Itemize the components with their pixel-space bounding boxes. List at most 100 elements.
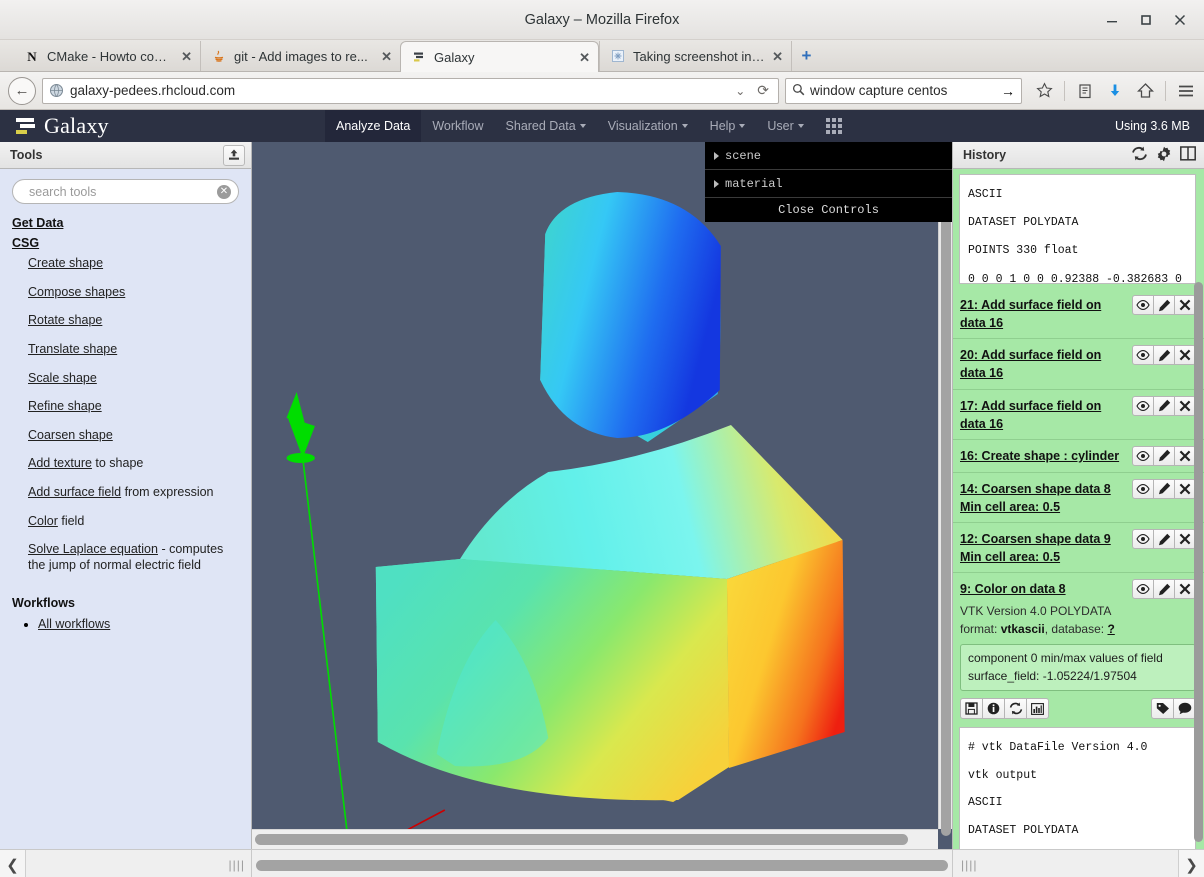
- history-scrollbar-thumb[interactable]: [1194, 282, 1203, 842]
- edit-icon[interactable]: [1153, 529, 1175, 549]
- delete-icon[interactable]: [1174, 345, 1196, 366]
- tab-close-icon[interactable]: ✕: [579, 51, 590, 64]
- collapse-history-button[interactable]: ❯: [1178, 850, 1204, 877]
- tool-link[interactable]: Refine shape: [28, 399, 102, 413]
- edit-icon[interactable]: [1153, 345, 1175, 366]
- nav-shared-data[interactable]: Shared Data: [495, 110, 597, 142]
- history-resize-handle[interactable]: ||||: [961, 858, 977, 872]
- delete-icon[interactable]: [1174, 295, 1196, 315]
- tool-link[interactable]: Add texture: [28, 456, 92, 470]
- menu-icon[interactable]: [1176, 81, 1196, 101]
- tool-item-scale-shape[interactable]: Scale shape: [28, 371, 239, 387]
- scrollbar-thumb[interactable]: [255, 834, 908, 845]
- refresh-icon[interactable]: [1131, 146, 1148, 164]
- tool-link[interactable]: Scale shape: [28, 371, 97, 385]
- reader-icon[interactable]: [1075, 81, 1095, 101]
- history-list[interactable]: ASCII DATASET POLYDATA POINTS 330 float …: [953, 169, 1204, 849]
- vtk-3d-viewport[interactable]: [252, 142, 938, 849]
- delete-icon[interactable]: [1174, 529, 1196, 549]
- browser-tab-cmake[interactable]: N CMake - Howto com... ✕: [14, 41, 200, 71]
- scrollbar-thumb[interactable]: [941, 146, 951, 836]
- display-icon[interactable]: [1132, 529, 1154, 549]
- tool-item-rotate-shape[interactable]: Rotate shape: [28, 313, 239, 329]
- delete-icon[interactable]: [1174, 579, 1196, 600]
- history-dataset-12[interactable]: 12: Coarsen shape data 9 Min cell area: …: [953, 523, 1204, 574]
- edit-icon[interactable]: [1153, 395, 1175, 416]
- search-input[interactable]: [27, 183, 217, 200]
- new-tab-button[interactable]: +: [791, 41, 821, 71]
- close-controls-button[interactable]: Close Controls: [705, 198, 952, 222]
- dataset-title[interactable]: 12: Coarsen shape data 9 Min cell area: …: [960, 529, 1128, 566]
- history-dataset-20[interactable]: 20: Add surface field on data 16: [953, 339, 1204, 390]
- dataset-title[interactable]: 20: Add surface field on data 16: [960, 345, 1128, 382]
- nav-help[interactable]: Help: [699, 110, 757, 142]
- search-bar[interactable]: window capture centos →: [785, 77, 1022, 104]
- tool-item-color-field[interactable]: Color field: [28, 514, 239, 530]
- tool-section-label[interactable]: Get Data: [12, 216, 63, 230]
- history-dataset-16[interactable]: 16: Create shape : cylinder: [953, 440, 1204, 473]
- workflow-link[interactable]: All workflows: [38, 617, 110, 631]
- dataset-title[interactable]: 16: Create shape : cylinder: [960, 446, 1128, 465]
- reload-icon[interactable]: ⟳: [754, 82, 772, 99]
- display-icon[interactable]: [1132, 478, 1154, 499]
- gear-icon[interactable]: [1156, 146, 1172, 165]
- tool-link[interactable]: Color: [28, 514, 58, 528]
- display-icon[interactable]: [1132, 345, 1154, 366]
- history-dataset-14[interactable]: 14: Coarsen shape data 8 Min cell area: …: [953, 473, 1204, 523]
- tab-close-icon[interactable]: ✕: [772, 50, 783, 63]
- dataset-title[interactable]: 21: Add surface field on data 16: [960, 295, 1128, 332]
- tool-search-wrapper[interactable]: ✕: [12, 179, 239, 204]
- tab-close-icon[interactable]: ✕: [181, 50, 192, 63]
- clear-search-icon[interactable]: ✕: [217, 184, 231, 199]
- nav-apps-grid[interactable]: [815, 110, 853, 142]
- history-dataset-17[interactable]: 17: Add surface field on data 16: [953, 390, 1204, 440]
- galaxy-brand[interactable]: Galaxy: [0, 110, 325, 142]
- history-dataset-21[interactable]: 21: Add surface field on data 16: [953, 289, 1204, 340]
- tags-icon[interactable]: [1151, 698, 1174, 720]
- edit-icon[interactable]: [1153, 445, 1175, 466]
- dataset-title[interactable]: 9: Color on data 8: [960, 579, 1128, 598]
- display-icon[interactable]: [1132, 579, 1154, 600]
- center-horizontal-scrollbar[interactable]: [252, 829, 938, 849]
- tool-item-translate-shape[interactable]: Translate shape: [28, 342, 239, 358]
- tool-item-solve-laplace[interactable]: Solve Laplace equation - computes the ju…: [28, 542, 239, 573]
- tool-section-get-data[interactable]: Get Data: [12, 216, 239, 230]
- tool-item-compose-shapes[interactable]: Compose shapes: [28, 285, 239, 301]
- list-item[interactable]: All workflows: [38, 617, 239, 631]
- tool-link[interactable]: Translate shape: [28, 342, 117, 356]
- delete-icon[interactable]: [1174, 445, 1196, 466]
- dataset-title[interactable]: 17: Add surface field on data 16: [960, 396, 1128, 433]
- tool-item-add-texture[interactable]: Add texture to shape: [28, 456, 239, 472]
- browser-tab-screenshot[interactable]: Taking screenshot in ... ✕: [599, 41, 791, 71]
- vtk-control-scene[interactable]: scene: [705, 142, 952, 170]
- tool-section-label[interactable]: CSG: [12, 236, 39, 250]
- tool-item-refine-shape[interactable]: Refine shape: [28, 399, 239, 415]
- chevron-down-icon[interactable]: ⌄: [732, 84, 748, 98]
- center-vertical-scrollbar[interactable]: [938, 142, 952, 836]
- tools-resize-handle[interactable]: ||||: [229, 858, 245, 872]
- tool-link[interactable]: Add surface field: [28, 485, 121, 499]
- downloads-icon[interactable]: [1105, 81, 1125, 101]
- dataset-title[interactable]: 14: Coarsen shape data 8 Min cell area: …: [960, 479, 1128, 516]
- database-value[interactable]: ?: [1107, 622, 1114, 636]
- tool-link[interactable]: Rotate shape: [28, 313, 102, 327]
- edit-icon[interactable]: [1153, 478, 1175, 499]
- multi-view-icon[interactable]: [1180, 146, 1196, 164]
- tool-link[interactable]: Coarsen shape: [28, 428, 113, 442]
- close-button[interactable]: [1172, 12, 1188, 28]
- history-dataset-9[interactable]: 9: Color on data 8: [953, 573, 1204, 602]
- nav-visualization[interactable]: Visualization: [597, 110, 699, 142]
- delete-icon[interactable]: [1174, 478, 1196, 499]
- browser-tab-galaxy[interactable]: Galaxy ✕: [400, 41, 599, 72]
- tool-link[interactable]: Solve Laplace equation: [28, 542, 158, 556]
- vtk-control-material[interactable]: material: [705, 170, 952, 198]
- tool-section-csg[interactable]: CSG: [12, 236, 239, 250]
- nav-user[interactable]: User: [756, 110, 814, 142]
- save-icon[interactable]: [960, 698, 983, 720]
- browser-tab-git[interactable]: git - Add images to re... ✕: [200, 41, 400, 71]
- tool-item-create-shape[interactable]: Create shape: [28, 256, 239, 272]
- center-scroll-track[interactable]: [256, 859, 948, 871]
- visualize-icon[interactable]: [1026, 698, 1049, 720]
- collapse-tools-button[interactable]: ❮: [0, 850, 26, 877]
- info-icon[interactable]: [982, 698, 1005, 720]
